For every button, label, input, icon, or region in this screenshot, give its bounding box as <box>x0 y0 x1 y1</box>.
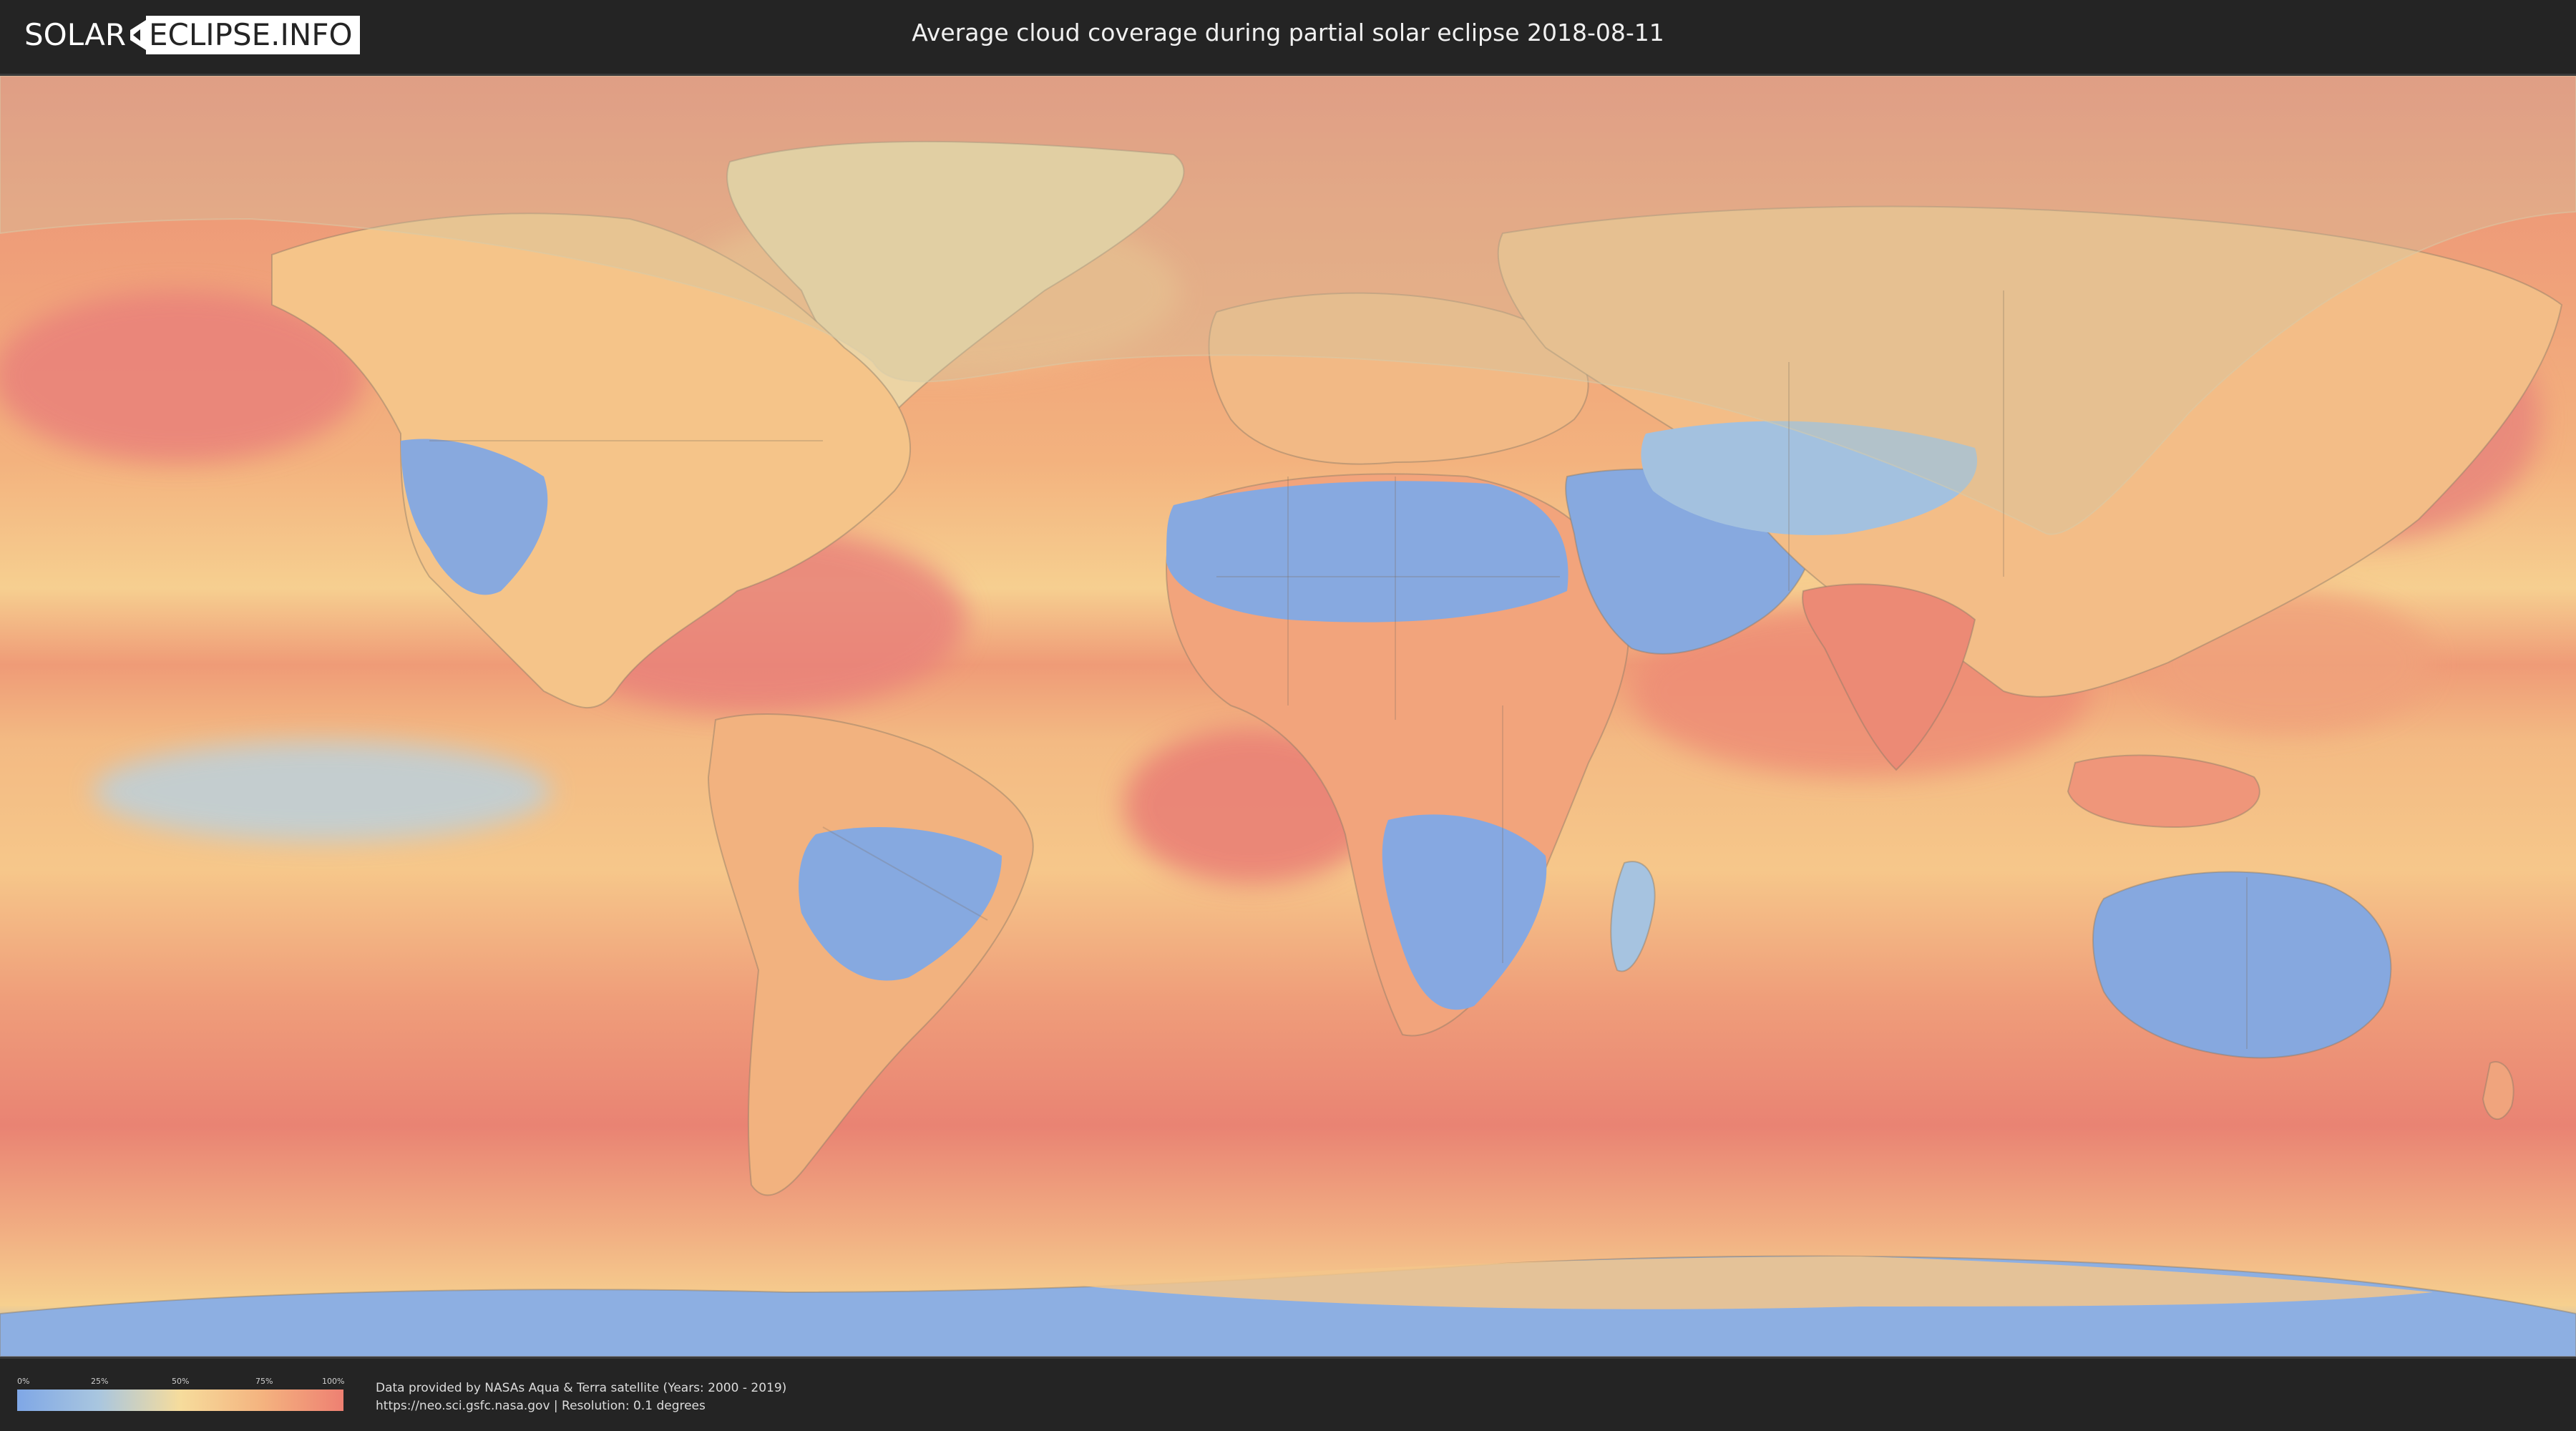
sahara-clear-region <box>1166 481 1568 622</box>
color-legend: 0% 25% 50% 75% 100% <box>17 1377 345 1411</box>
data-credits: Data provided by NASAs Aqua & Terra sate… <box>376 1379 786 1415</box>
legend-gradient-bar <box>17 1390 343 1411</box>
credits-url[interactable]: https://neo.sci.gsfc.nasa.gov | Resoluti… <box>376 1397 786 1415</box>
legend-label-0: 0% <box>17 1377 30 1386</box>
legend-label-100: 100% <box>322 1377 345 1386</box>
legend-label-25: 25% <box>91 1377 109 1386</box>
world-map <box>0 76 2576 1357</box>
cloud-coverage-map[interactable] <box>0 74 2576 1359</box>
footer: 0% 25% 50% 75% 100% Data provided by NAS… <box>0 1359 2576 1431</box>
legend-label-75: 75% <box>255 1377 273 1386</box>
header: SOLAR ECLIPSE.INFO Average cloud coverag… <box>0 0 2576 72</box>
legend-label-50: 50% <box>172 1377 190 1386</box>
page-title: Average cloud coverage during partial so… <box>912 19 1664 47</box>
credits-source: Data provided by NASAs Aqua & Terra sate… <box>376 1381 787 1395</box>
legend-labels: 0% 25% 50% 75% 100% <box>17 1377 345 1387</box>
